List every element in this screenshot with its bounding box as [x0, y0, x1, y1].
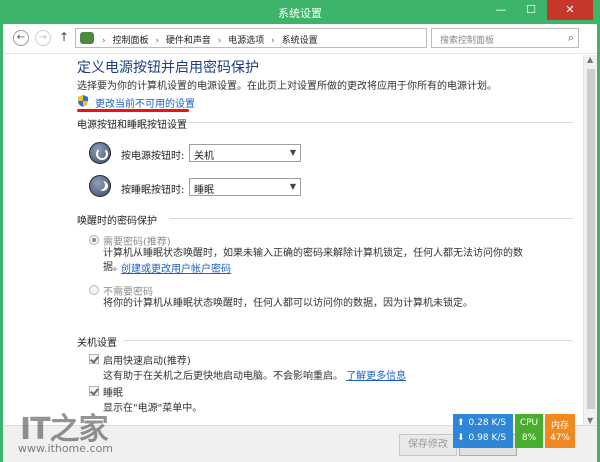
up-arrow-icon[interactable]: ↑: [59, 30, 69, 44]
require-password-label: 需要密码(推荐): [103, 237, 171, 248]
address-bar: ← → ↑ › 控制面板 › 硬件和声音 › 电源选项 › 系统设置 ▾ ↻ 搜…: [3, 24, 597, 54]
power-button-icon: [89, 142, 111, 164]
sleep-button-icon: [89, 175, 111, 197]
learn-more-link[interactable]: 了解更多信息: [346, 371, 406, 382]
breadcrumb-system-settings[interactable]: 系统设置: [282, 36, 318, 46]
highlight-underline: [77, 109, 189, 112]
fast-startup-description-text: 这有助于在关机之后更快地启动电脑。不会影响重启。: [103, 371, 343, 382]
power-button-label: 按电源按钮时:: [121, 151, 185, 162]
sleep-checkbox[interactable]: [89, 386, 99, 396]
power-button-action-value: 关机: [194, 151, 214, 162]
page-title: 定义电源按钮并启用密码保护: [77, 60, 259, 76]
maximize-button[interactable]: ☐: [517, 0, 545, 20]
chevron-down-icon: ▼: [289, 182, 296, 191]
section-divider: [123, 340, 573, 341]
ithome-watermark-url: www.ithome.com: [18, 442, 114, 455]
memory-value: 47%: [549, 433, 570, 443]
network-speed-meter: ⬆ 0.28 K/S ⬇ 0.98 K/S: [453, 414, 513, 448]
sleep-button-label: 按睡眠按钮时:: [121, 185, 185, 196]
upload-speed-value: 0.28 K/S: [468, 418, 507, 428]
chevron-right-icon: ›: [217, 36, 222, 46]
change-unavailable-settings-link[interactable]: 更改当前不可用的设置: [95, 95, 195, 110]
chevron-right-icon: ›: [271, 36, 275, 46]
control-panel-icon: [80, 32, 94, 44]
chevron-right-icon: ›: [102, 36, 106, 46]
download-speed-row: ⬇ 0.98 K/S: [457, 433, 506, 443]
fast-startup-label: 启用快速启动(推荐): [103, 356, 191, 367]
sleep-button-action-select[interactable]: 睡眠 ▼: [189, 178, 301, 196]
arrow-up-icon: ⬆: [457, 418, 465, 428]
back-arrow-icon[interactable]: ←: [13, 30, 29, 46]
uac-shield-icon: [78, 95, 88, 107]
memory-meter: 内存 47%: [545, 414, 575, 448]
search-input[interactable]: 搜索控制面板 ⌕: [431, 28, 579, 48]
fast-startup-checkbox[interactable]: [89, 354, 99, 364]
cpu-label: CPU: [519, 418, 539, 428]
arrow-down-icon: ⬇: [457, 433, 465, 443]
breadcrumb-power-options[interactable]: 电源选项: [228, 36, 264, 46]
shutdown-settings-heading: 关机设置: [77, 338, 117, 349]
require-password-radio[interactable]: [89, 235, 99, 245]
minimize-button[interactable]: —: [487, 0, 515, 20]
search-icon[interactable]: ⌕: [568, 31, 574, 45]
search-placeholder: 搜索控制面板: [440, 36, 495, 46]
breadcrumb-hardware-sound[interactable]: 硬件和声音: [166, 36, 211, 46]
no-password-label: 不需要密码: [103, 287, 153, 298]
scroll-up-arrow-icon[interactable]: ▲: [587, 55, 593, 64]
chevron-down-icon: ▼: [289, 148, 296, 157]
scroll-down-arrow-icon[interactable]: ▼: [587, 416, 593, 425]
close-button[interactable]: ✕: [547, 0, 593, 20]
chevron-right-icon: ›: [155, 36, 159, 46]
change-account-password-link[interactable]: 创建或更改用户帐户密码: [121, 260, 231, 275]
forward-arrow-icon[interactable]: →: [35, 30, 51, 46]
power-button-action-select[interactable]: 关机 ▼: [189, 144, 301, 162]
section-divider: [189, 122, 573, 123]
memory-label: 内存: [550, 421, 569, 431]
title-bar[interactable]: 系统设置 — ☐ ✕: [3, 0, 597, 24]
breadcrumb-control-panel[interactable]: 控制面板: [112, 36, 148, 46]
no-password-radio[interactable]: [89, 285, 99, 295]
sleep-button-action-value: 睡眠: [194, 185, 214, 196]
sleep-checkbox-label: 睡眠: [103, 388, 123, 399]
page-description: 选择要为你的计算机设置的电源设置。在此页上对设置所做的更改将应用于你所有的电源计…: [77, 81, 497, 92]
cpu-value: 8%: [521, 433, 537, 443]
no-password-description: 将你的计算机从睡眠状态唤醒时，任何人都可以访问你的数据，因为计算机未锁定。: [103, 298, 473, 309]
download-speed-value: 0.98 K/S: [468, 433, 507, 443]
breadcrumb-path: › 控制面板 › 硬件和声音 › 电源选项 › 系统设置: [98, 33, 318, 46]
section-divider: [169, 218, 573, 219]
system-settings-window: 系统设置 — ☐ ✕ ← → ↑ › 控制面板 › 硬件和声音 › 电源选项 ›…: [0, 0, 600, 462]
power-buttons-heading: 电源按钮和睡眠按钮设置: [77, 120, 187, 131]
breadcrumb[interactable]: › 控制面板 › 硬件和声音 › 电源选项 › 系统设置 ▾ ↻: [75, 28, 485, 48]
sleep-checkbox-description: 显示在"电源"菜单中。: [103, 403, 203, 414]
cpu-meter: CPU 8%: [515, 414, 543, 448]
wake-password-heading: 唤醒时的密码保护: [77, 216, 157, 227]
scrollbar-thumb[interactable]: [587, 69, 595, 409]
settings-content: 定义电源按钮并启用密码保护 选择要为你的计算机设置的电源设置。在此页上对设置所做…: [3, 55, 583, 425]
upload-speed-row: ⬆ 0.28 K/S: [457, 418, 506, 428]
vertical-scrollbar[interactable]: ▲ ▼: [583, 55, 597, 425]
fast-startup-description: 这有助于在关机之后更快地启动电脑。不会影响重启。 了解更多信息: [103, 367, 406, 382]
save-changes-button[interactable]: 保存修改: [399, 434, 457, 456]
